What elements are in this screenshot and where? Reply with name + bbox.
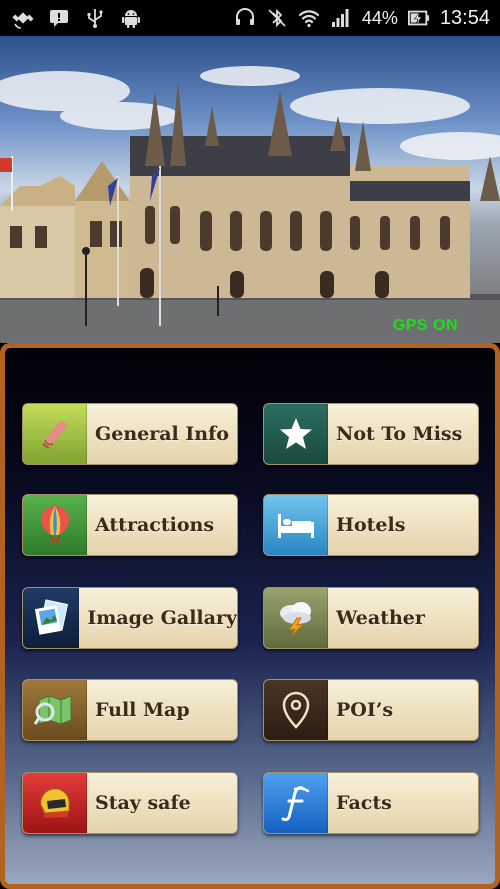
status-bar: 44% 13:54 [0, 0, 500, 36]
attractions-button[interactable]: Attractions [22, 494, 238, 556]
gps-status: GPS ON [392, 317, 458, 334]
attractions-label: Attractions [95, 514, 215, 536]
android-icon [120, 7, 142, 29]
weather-button[interactable]: Weather [263, 587, 479, 649]
facts-label: Facts [336, 792, 392, 814]
image-gallery-label: Image Gallary [87, 607, 237, 629]
image-gallery-button[interactable]: Image Gallary [22, 587, 238, 649]
star-icon [264, 404, 328, 464]
battery-charging-icon [407, 7, 430, 29]
hotels-button[interactable]: Hotels [263, 494, 479, 556]
satellite-icon [12, 7, 34, 29]
general-info-button[interactable]: General Info [22, 403, 238, 465]
bluetooth-off-icon [266, 7, 288, 29]
clock: 13:54 [439, 6, 490, 29]
weather-label: Weather [336, 607, 425, 629]
full-map-label: Full Map [95, 699, 190, 721]
battery-percent: 44% [361, 7, 398, 28]
pois-label: POI’s [336, 699, 394, 721]
general-info-label: General Info [95, 423, 229, 445]
location-pin-icon [264, 680, 328, 740]
town-hall-illustration [0, 66, 500, 343]
facts-button[interactable]: Facts [263, 772, 479, 834]
map-icon [23, 680, 87, 740]
photos-icon [23, 588, 80, 648]
headset-icon [234, 7, 256, 29]
scroll-icon [23, 404, 87, 464]
main-menu-panel: General Info Not To Miss Attractions Hot… [0, 343, 500, 889]
helmet-icon [23, 773, 87, 833]
wifi-icon [298, 7, 320, 29]
storm-icon [264, 588, 328, 648]
full-map-button[interactable]: Full Map [22, 679, 238, 741]
usb-icon [84, 7, 106, 29]
facts-f-icon [264, 773, 328, 833]
hot-air-balloon-icon [23, 495, 87, 555]
chat-icon [48, 7, 70, 29]
signal-icon [330, 7, 352, 29]
bed-icon [264, 495, 328, 555]
not-to-miss-button[interactable]: Not To Miss [263, 403, 479, 465]
stay-safe-label: Stay safe [95, 792, 191, 814]
not-to-miss-label: Not To Miss [336, 423, 463, 445]
hero-image: GPS ON [0, 36, 500, 343]
stay-safe-button[interactable]: Stay safe [22, 772, 238, 834]
pois-button[interactable]: POI’s [263, 679, 479, 741]
hotels-label: Hotels [336, 514, 406, 536]
